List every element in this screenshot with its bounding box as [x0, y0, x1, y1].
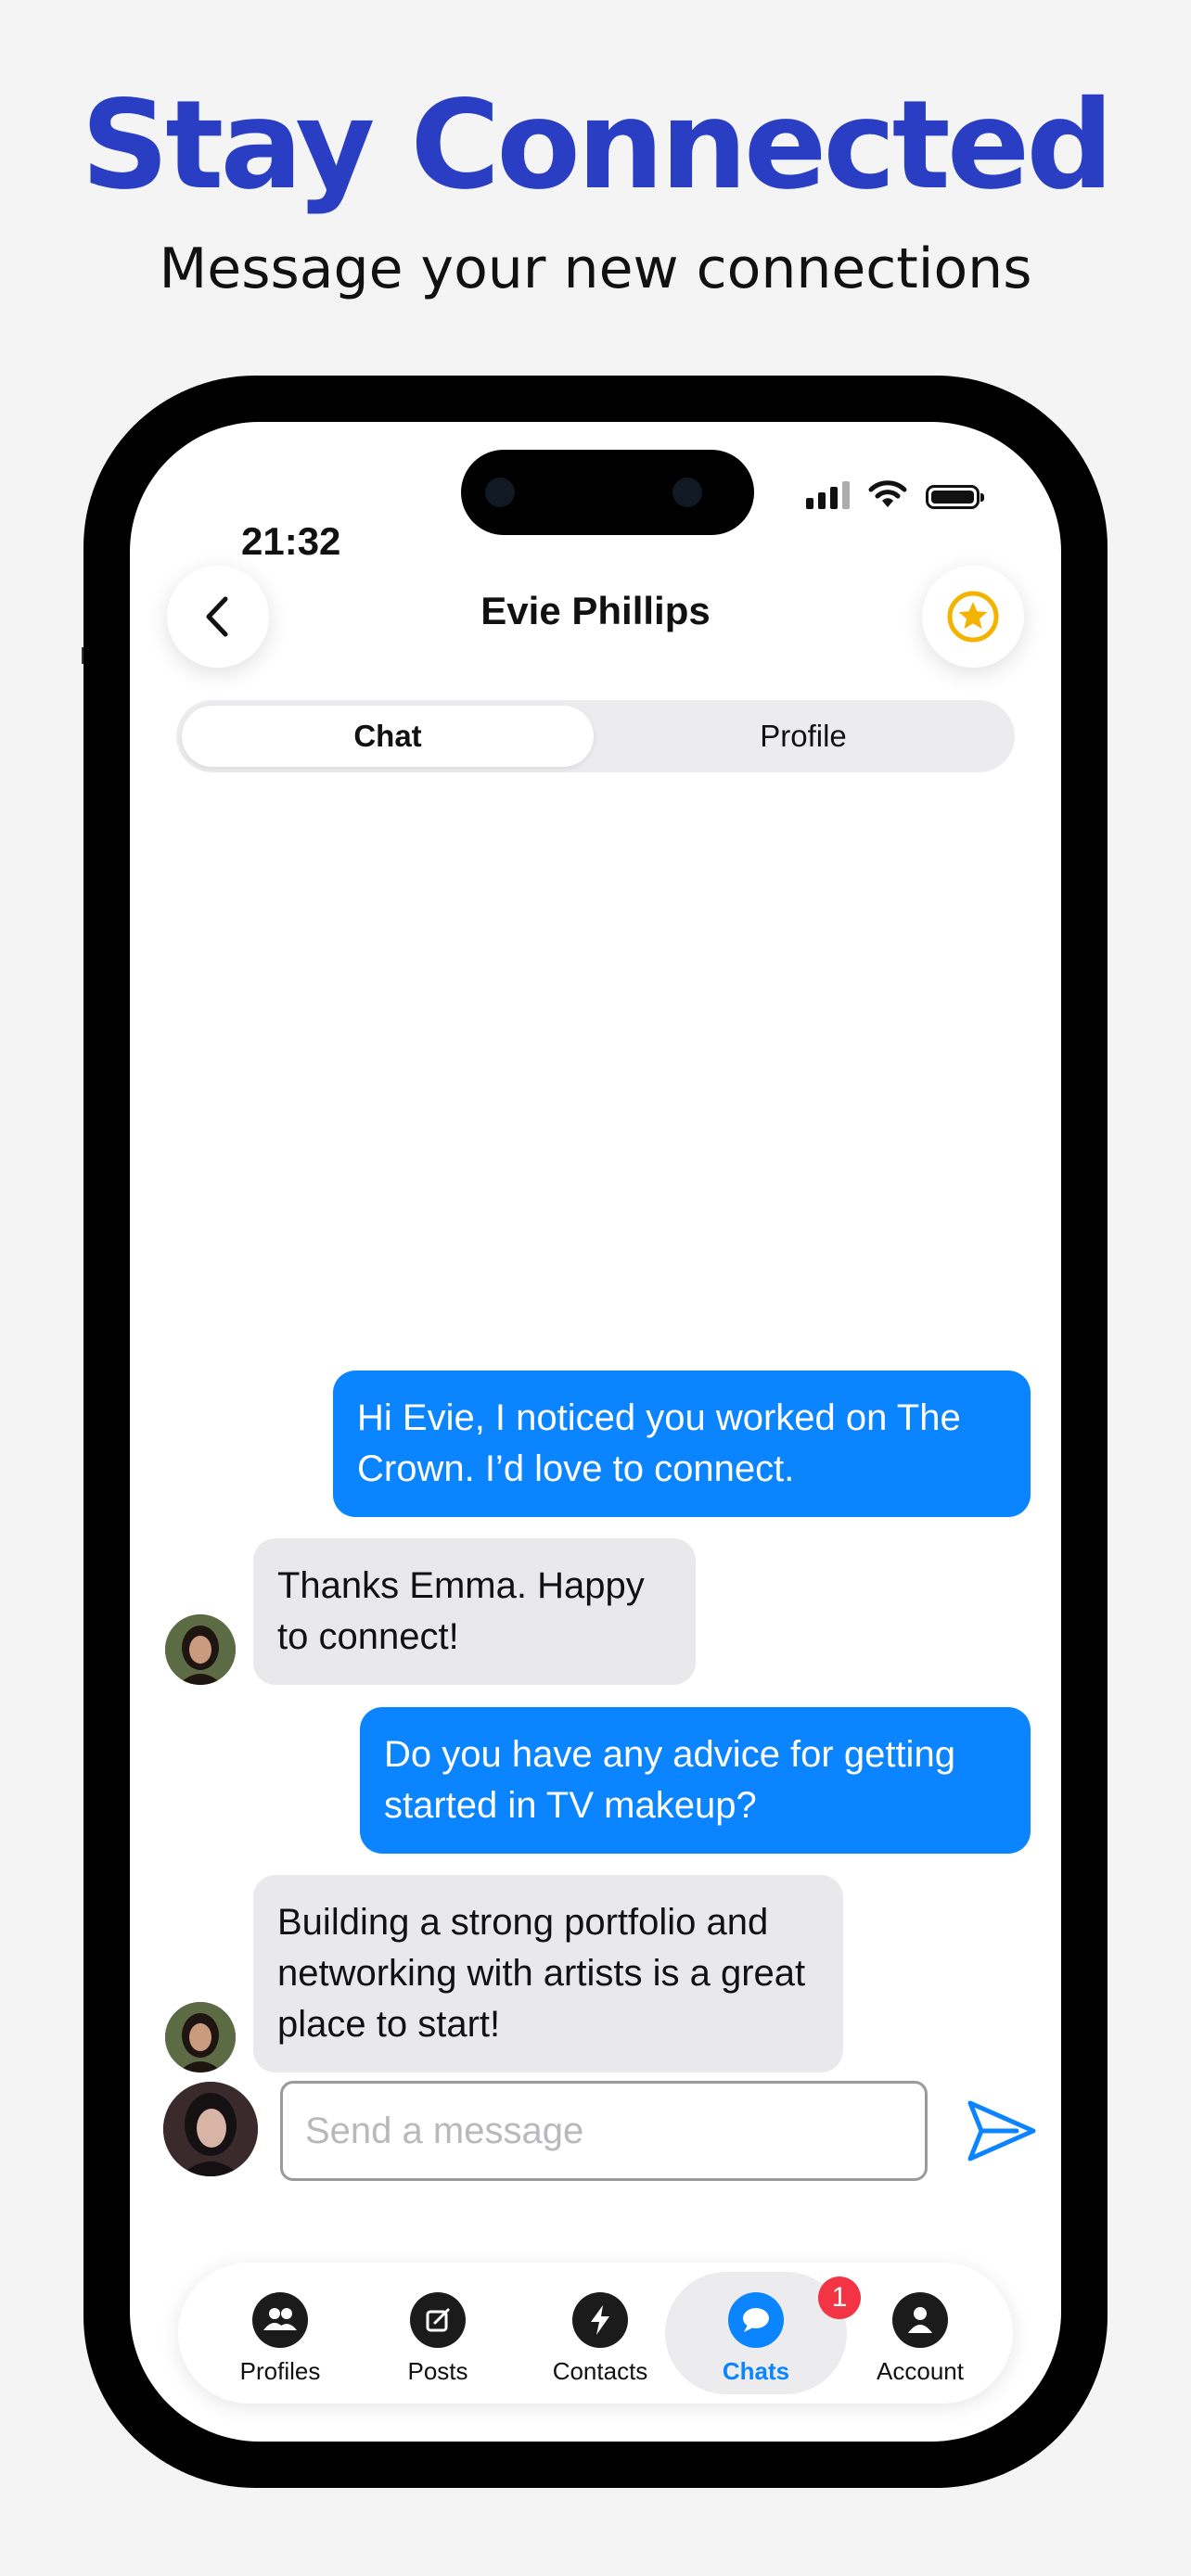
incoming-message: Thanks Emma. Happy to connect! [253, 1538, 696, 1685]
phone-frame: 21:32 Evie Phillips Chat Profile Hi Evie… [83, 376, 1108, 2488]
cellular-signal-icon [806, 481, 850, 509]
wifi-icon [868, 480, 907, 507]
camera-lens [485, 478, 515, 507]
favorite-button[interactable] [922, 566, 1024, 668]
contact-avatar[interactable] [165, 2002, 236, 2072]
outgoing-message: Hi Evie, I noticed you worked on The Cro… [333, 1371, 1031, 1517]
promo-subheadline: Message your new connections [159, 236, 1032, 301]
tab-profiles[interactable]: Profiles [220, 2263, 340, 2404]
battery-icon [926, 485, 984, 509]
tab-chats[interactable]: Chats [696, 2263, 816, 2404]
sensor-lens [672, 478, 702, 507]
tab-label: Account [877, 2357, 964, 2385]
message-input[interactable] [280, 2081, 928, 2181]
promo-headline: Stay Connected [81, 74, 1114, 217]
send-icon [967, 2100, 1036, 2162]
user-avatar[interactable] [163, 2082, 258, 2176]
send-button[interactable] [965, 2096, 1039, 2166]
edit-icon [410, 2292, 466, 2348]
bolt-icon [572, 2292, 628, 2348]
tab-account[interactable]: Account [855, 2263, 985, 2404]
tab-label: Posts [407, 2357, 468, 2385]
bottom-tab-bar: Profiles Posts Contacts Chats 1 Account [178, 2263, 1013, 2404]
outgoing-message: Do you have any advice for getting start… [360, 1707, 1031, 1854]
tab-label: Contacts [552, 2357, 648, 2385]
status-time: 21:32 [241, 519, 341, 563]
phone-screen: 21:32 Evie Phillips Chat Profile Hi Evie… [130, 422, 1061, 2442]
status-icons [806, 479, 984, 509]
chat-profile-segmented-control: Chat Profile [176, 700, 1015, 772]
incoming-message: Building a strong portfolio and networki… [253, 1875, 843, 2072]
tab-label: Profiles [239, 2357, 321, 2385]
star-icon [947, 591, 999, 643]
tab-posts[interactable]: Posts [378, 2263, 498, 2404]
tab-contacts[interactable]: Contacts [531, 2263, 670, 2404]
chat-bubble-icon [728, 2292, 784, 2348]
tab-chat[interactable]: Chat [182, 706, 594, 767]
tab-label: Chats [722, 2357, 790, 2385]
tab-profile[interactable]: Profile [597, 706, 1009, 767]
people-icon [252, 2292, 308, 2348]
person-icon [892, 2292, 948, 2348]
contact-avatar[interactable] [165, 1614, 236, 1685]
dynamic-island [461, 450, 754, 535]
